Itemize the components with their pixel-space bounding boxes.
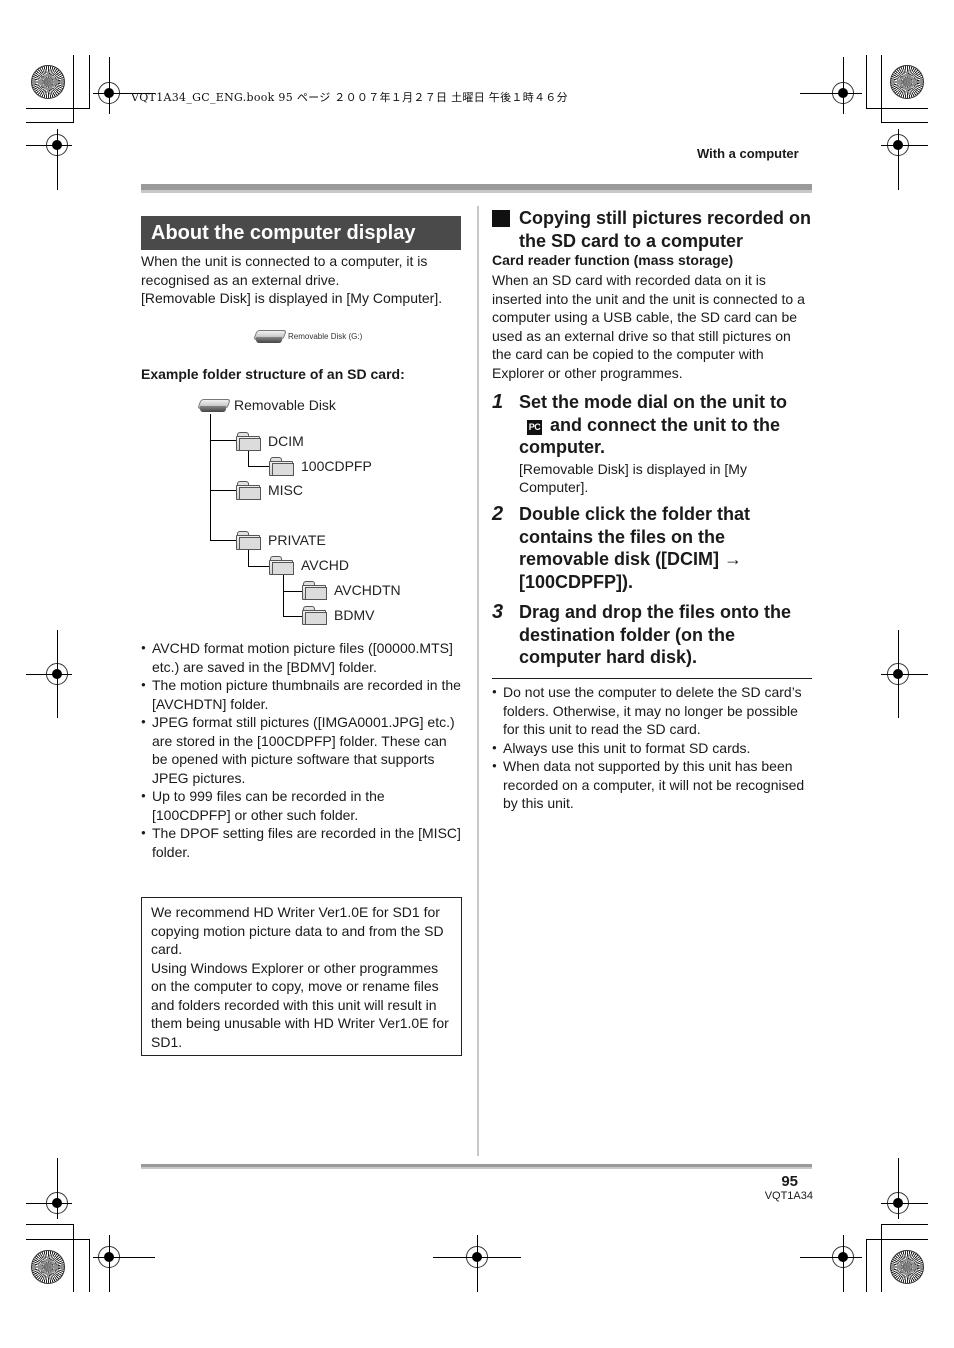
step-description: [Removable Disk] is displayed in [My Com… — [519, 460, 747, 496]
tree-folder: 100CDPFP — [269, 457, 372, 476]
step-title: Double click the folder that contains th… — [519, 504, 751, 592]
header-rule — [141, 184, 812, 193]
removable-disk-illustration: Removable Disk (G:) — [253, 328, 363, 344]
removable-disk-icon — [253, 328, 287, 344]
color-target-icon — [890, 1250, 924, 1284]
list-item: The DPOF setting files are recorded in t… — [141, 824, 466, 861]
heading-text: Copying still pictures recorded on the S… — [519, 208, 812, 251]
folder-icon — [236, 481, 261, 500]
removable-disk-icon — [197, 397, 231, 413]
list-item: Do not use the computer to delete the SD… — [492, 683, 814, 739]
recommendation-box: We recommend HD Writer Ver1.0E for SD1 f… — [141, 897, 462, 1056]
folder-icon — [269, 457, 294, 476]
column-divider — [477, 206, 479, 1156]
step-2: 2 Double click the folder that contains … — [492, 503, 812, 593]
folder-icon — [236, 432, 261, 451]
folder-icon — [302, 606, 327, 625]
step-1: 1 Set the mode dial on the unit to PC and … — [492, 391, 812, 497]
tree-folder: BDMV — [302, 606, 375, 625]
heading-square-icon — [492, 210, 510, 227]
section-heading: Copying still pictures recorded on the S… — [492, 207, 812, 252]
list-item: AVCHD format motion picture files ([0000… — [141, 639, 466, 676]
intro-paragraph: When an SD card with recorded data on it… — [492, 272, 805, 381]
intro-paragraph: When the unit is connected to a computer… — [141, 252, 466, 308]
step-title-part: and connect the unit to the computer. — [519, 414, 780, 458]
box-paragraph: Using Windows Explorer or other programm… — [151, 959, 449, 1050]
color-target-icon — [31, 1250, 65, 1284]
model-code: VQT1A34 — [764, 1190, 813, 1202]
folder-label: MISC — [268, 482, 303, 498]
folder-icon — [302, 581, 327, 600]
tree-root: Removable Disk — [197, 397, 336, 413]
step-number: 3 — [492, 601, 504, 623]
drive-label: Removable Disk (G:) — [288, 331, 363, 341]
folder-label: AVCHDTN — [334, 582, 401, 598]
step-number: 1 — [492, 391, 504, 413]
folder-label: PRIVATE — [268, 532, 326, 548]
tree-folder: DCIM — [236, 432, 304, 451]
list-item: The motion picture thumbnails are record… — [141, 676, 466, 713]
folder-notes-list: AVCHD format motion picture files ([0000… — [141, 639, 466, 861]
tree-folder: AVCHD — [269, 556, 349, 575]
print-slug: VQT1A34_GC_ENG.book 95 ページ ２００７年１月２７日 土曜… — [131, 91, 568, 104]
intro-line: [Removable Disk] is displayed in [My Com… — [141, 290, 443, 306]
notes-divider — [492, 678, 812, 679]
tree-folder: MISC — [236, 481, 303, 500]
step-title: Set the mode dial on the unit to PC and co… — [492, 391, 812, 459]
tree-root-label: Removable Disk — [234, 397, 336, 413]
caution-notes-list: Do not use the computer to delete the SD… — [492, 683, 814, 813]
step-title: Drag and drop the files onto the destina… — [519, 602, 792, 667]
folder-icon — [236, 531, 261, 550]
tree-folder: AVCHDTN — [302, 581, 401, 600]
pc-mode-icon: PC — [527, 419, 542, 435]
page-number: 95 — [781, 1173, 798, 1190]
section-banner: About the computer display — [141, 216, 461, 250]
step-title-part: Set the mode dial on the unit to — [519, 392, 787, 412]
folder-label: AVCHD — [301, 557, 349, 573]
folder-label: DCIM — [268, 433, 304, 449]
list-item: When data not supported by this unit has… — [492, 757, 814, 813]
subheading: Card reader function (mass storage) — [492, 252, 734, 268]
list-item: Always use this unit to format SD cards. — [492, 739, 814, 758]
example-title: Example folder structure of an SD card: — [141, 366, 405, 382]
tree-folder: PRIVATE — [236, 531, 326, 550]
folder-label: BDMV — [334, 607, 375, 623]
section-label: With a computer — [697, 146, 799, 161]
folder-icon — [269, 556, 294, 575]
color-target-icon — [31, 65, 65, 99]
folder-label: 100CDPFP — [301, 458, 372, 474]
intro-line: When the unit is connected to a computer… — [141, 253, 428, 288]
color-target-icon — [890, 65, 924, 99]
list-item: JPEG format still pictures ([IMGA0001.JP… — [141, 713, 466, 787]
step-number: 2 — [492, 503, 504, 525]
footer-rule — [141, 1164, 812, 1169]
step-3: 3 Drag and drop the files onto the desti… — [492, 601, 812, 669]
list-item: Up to 999 files can be recorded in the [… — [141, 787, 466, 824]
box-paragraph: We recommend HD Writer Ver1.0E for SD1 f… — [151, 904, 444, 957]
